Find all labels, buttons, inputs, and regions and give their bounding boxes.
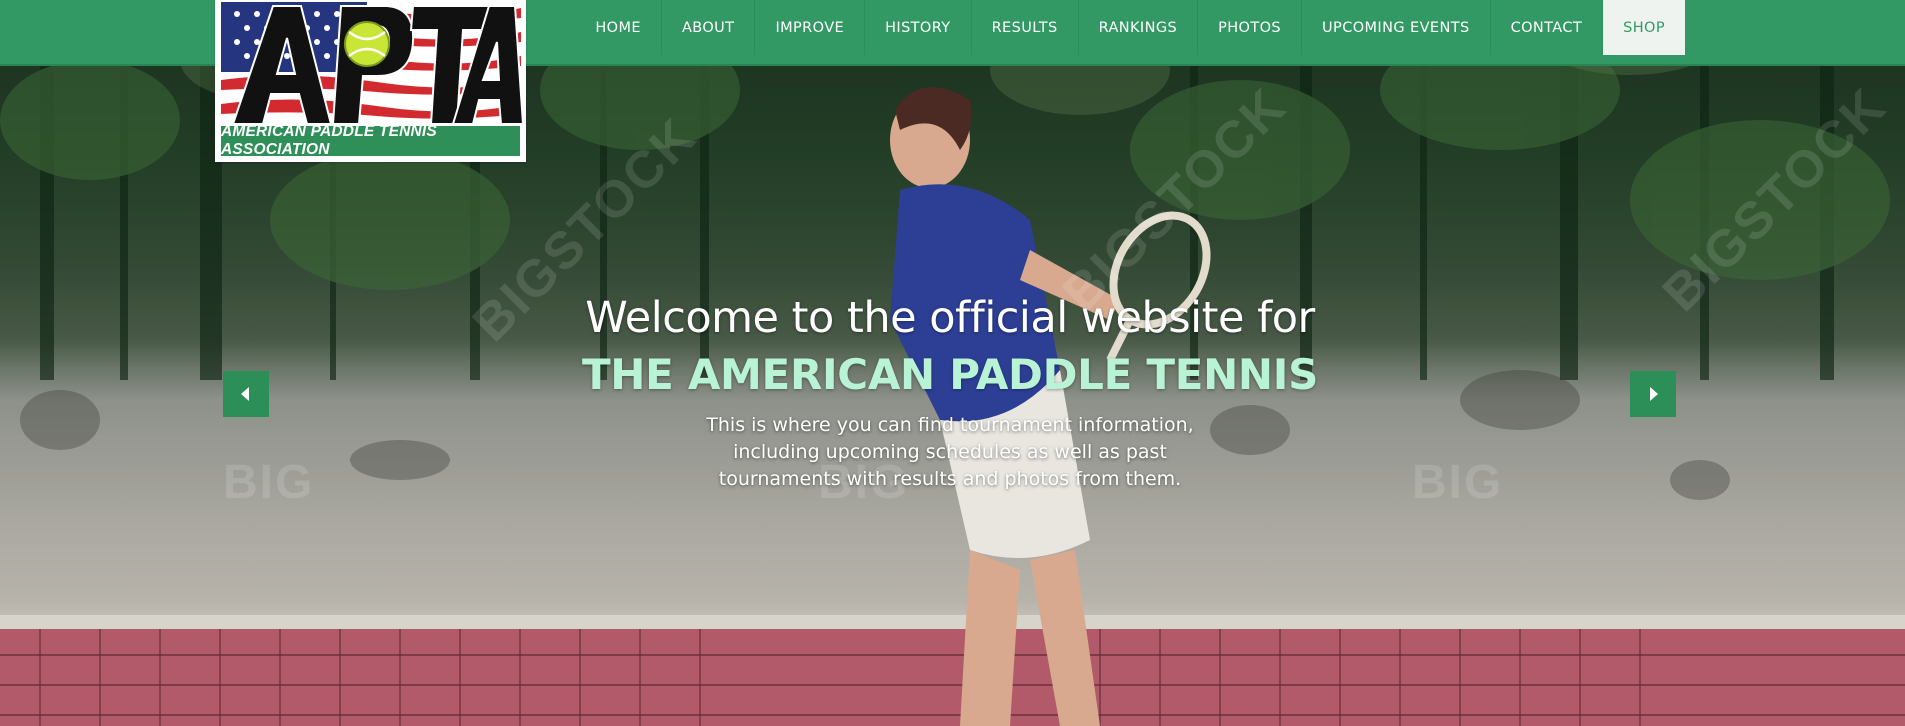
hero-description-line: This is where you can find tournament in… xyxy=(706,414,1194,436)
nav-item-history[interactable]: HISTORY xyxy=(865,0,972,55)
nav-item-photos[interactable]: PHOTOS xyxy=(1198,0,1303,55)
hero-subheadline: THE AMERICAN PADDLE TENNIS xyxy=(581,350,1319,399)
nav-item-shop[interactable]: SHOP xyxy=(1603,0,1685,55)
logo-flag-graphic xyxy=(221,2,525,126)
hero-headline: Welcome to the official website for xyxy=(585,293,1315,343)
carousel-next-button[interactable] xyxy=(1630,371,1676,417)
watermark-text: BIG xyxy=(1412,456,1504,509)
hero-caption: Welcome to the official website for THE … xyxy=(560,290,1340,493)
carousel-prev-button[interactable] xyxy=(223,371,269,417)
nav-item-about[interactable]: ABOUT xyxy=(662,0,756,55)
tennis-ball-icon xyxy=(344,21,390,67)
watermark-text: BIG xyxy=(223,456,315,509)
hero-description-line: tournaments with results and photos from… xyxy=(718,468,1182,490)
hero-description: This is where you can find tournament in… xyxy=(690,412,1210,493)
nav-item-home[interactable]: HOME xyxy=(575,0,662,55)
main-nav: HOME ABOUT IMPROVE HISTORY RESULTS RANKI… xyxy=(575,0,1685,55)
logo-tagline: AMERICAN PADDLE TENNIS ASSOCIATION xyxy=(221,123,520,158)
caret-left-icon xyxy=(241,387,249,401)
nav-item-improve[interactable]: IMPROVE xyxy=(755,0,866,55)
site-logo[interactable]: AMERICAN PADDLE TENNIS ASSOCIATION xyxy=(215,0,526,162)
hero-description-line: including upcoming schedules as well as … xyxy=(733,441,1167,463)
caret-right-icon xyxy=(1650,387,1658,401)
nav-item-contact[interactable]: CONTACT xyxy=(1491,0,1604,55)
nav-item-rankings[interactable]: RANKINGS xyxy=(1079,0,1199,55)
nav-item-upcoming-events[interactable]: UPCOMING EVENTS xyxy=(1302,0,1491,55)
nav-item-results[interactable]: RESULTS xyxy=(972,0,1079,55)
